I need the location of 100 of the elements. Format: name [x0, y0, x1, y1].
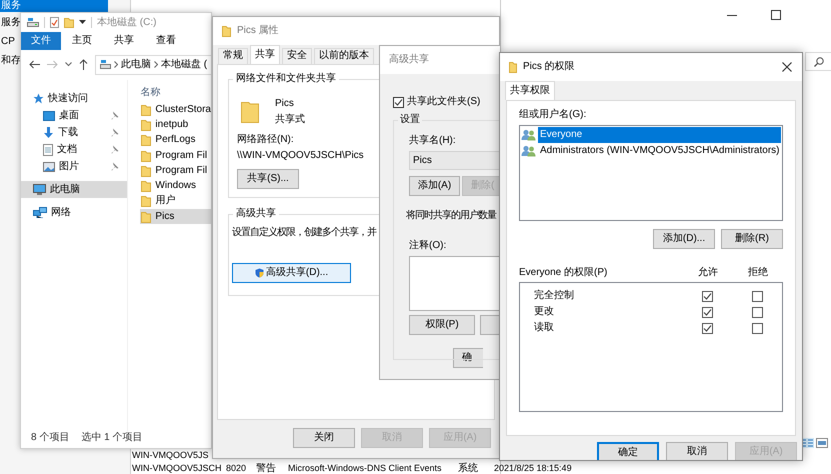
nav-item[interactable]: 文档	[21, 141, 128, 158]
user-list-item[interactable]: Administrators (WIN-VMQOOV5JSCH\Administrators)	[538, 143, 781, 159]
window-title: Pics 属性	[237, 25, 279, 37]
window-title: Pics 的权限	[523, 61, 575, 73]
dialog-button[interactable]: 添加(A)	[409, 176, 460, 196]
column-header: 拒绝	[748, 267, 768, 278]
folder-icon	[509, 61, 517, 73]
file-item[interactable]: inetpub	[140, 117, 211, 133]
folder-icon	[64, 17, 74, 28]
comment-field[interactable]	[409, 256, 500, 311]
table-cell-text: 系统	[458, 462, 479, 474]
folder-icon	[141, 210, 152, 223]
details-view-icon[interactable]	[802, 438, 814, 448]
checkbox[interactable]	[702, 290, 712, 302]
back-arrow-icon[interactable]	[29, 60, 40, 69]
checkbox[interactable]	[752, 306, 762, 318]
chevron-icon	[114, 61, 118, 68]
user-list-item[interactable]: Everyone	[538, 127, 781, 143]
address-bar[interactable]: 此电脑 本地磁盘 (	[95, 54, 211, 74]
file-item[interactable]: Program Fil	[140, 163, 211, 178]
table-cell-text: 8020	[226, 462, 248, 474]
breadcrumb[interactable]: 此电脑	[121, 58, 151, 70]
ribbon-tab[interactable]: 主页	[61, 32, 103, 50]
limit-text: 将同时共享的用户数量	[406, 210, 496, 222]
sidebar-item[interactable]: CP	[0, 33, 20, 50]
file-item[interactable]: Program Fil	[140, 148, 211, 164]
drive-icon	[27, 18, 39, 27]
breadcrumb[interactable]: 本地磁盘 (	[161, 58, 208, 70]
checkbox[interactable]	[752, 290, 762, 302]
column-header[interactable]: 名称	[140, 84, 211, 102]
file-item[interactable]: 用户	[140, 194, 211, 210]
maximize-icon[interactable]	[771, 10, 781, 20]
sidebar-item[interactable]: 和存	[0, 52, 20, 69]
description-text: 设置自定义权限，创建多个共享，并	[232, 227, 376, 239]
folder-icon	[222, 25, 231, 37]
file-item[interactable]: ClusterStora	[140, 102, 211, 118]
up-arrow-icon[interactable]	[79, 59, 88, 70]
ribbon-tab[interactable]: 查看	[145, 32, 187, 50]
star-icon	[33, 93, 44, 104]
folder-icon	[141, 164, 152, 177]
table-cell-text: Microsoft-Windows-DNS Client Events	[288, 462, 443, 474]
nav-item[interactable]: 快速访问	[21, 90, 128, 107]
nav-item[interactable]: 图片	[21, 158, 128, 175]
dialog-button[interactable]: 取消	[666, 442, 728, 460]
close-icon[interactable]	[782, 62, 792, 72]
caret-icon[interactable]	[79, 20, 86, 25]
checkbox[interactable]	[702, 322, 712, 334]
folder-name: Pics	[275, 98, 295, 110]
file-item[interactable]: PerfLogs	[140, 132, 211, 148]
checkbox[interactable]	[702, 306, 712, 318]
advanced-sharing-button[interactable]: 高级共享(D)...	[232, 263, 351, 283]
checkbox[interactable]	[393, 96, 404, 108]
shield-icon	[254, 268, 264, 278]
folder-icon	[141, 150, 152, 162]
nav-item[interactable]: 下载	[21, 124, 128, 141]
file-name: PerfLogs	[155, 134, 196, 146]
folder-icon	[141, 180, 152, 192]
field-label: 共享名(H):	[409, 135, 456, 147]
folder-icon	[241, 101, 259, 123]
document-icon	[43, 144, 53, 156]
properties-icon[interactable]	[50, 17, 59, 28]
table-cell-text: 警告	[256, 462, 277, 474]
tab[interactable]: 安全	[282, 48, 312, 64]
checkbox[interactable]	[752, 322, 762, 334]
group-title: 网络文件和文件夹共享	[233, 73, 339, 85]
table-cell-text: WIN-VMQOOV5JSCH	[132, 462, 223, 474]
file-item[interactable]: Windows	[140, 178, 211, 194]
sidebar-item[interactable]: 服务	[0, 14, 20, 31]
nav-item[interactable]: 桌面	[21, 107, 128, 124]
search-icon[interactable]	[814, 56, 824, 66]
nav-label: 快速访问	[48, 92, 88, 104]
dialog-button[interactable]: 添加(D)...	[653, 229, 715, 249]
partial-button[interactable]	[480, 315, 500, 335]
nav-item[interactable]: 网络	[21, 204, 128, 221]
share-name-field[interactable]: Pics	[409, 151, 500, 170]
tab[interactable]: 常规	[218, 48, 248, 64]
network-path: \\WIN-VMQOOV5JSCH\Pics	[237, 150, 364, 162]
share-button[interactable]: 共享(S)...	[237, 169, 299, 189]
caret-icon[interactable]	[65, 62, 72, 67]
nav-item[interactable]: 此电脑	[21, 181, 128, 198]
dialog-button[interactable]: 关闭	[293, 428, 355, 448]
permissions-button[interactable]: 权限(P)	[409, 315, 475, 335]
file-name: Pics	[155, 210, 174, 223]
tab[interactable]: 共享权限	[505, 81, 555, 100]
dialog-button[interactable]: 删除(R)	[721, 229, 783, 249]
dialog-button[interactable]: 确定	[597, 442, 659, 460]
folder-icon	[141, 118, 152, 131]
field-label: 网络路径(N):	[237, 134, 294, 146]
tab[interactable]: 以前的版本	[314, 48, 374, 64]
group-title: 高级共享	[233, 208, 279, 220]
tab[interactable]: 共享	[250, 45, 280, 64]
sidebar-item[interactable]: 服务	[0, 0, 108, 12]
large-icons-view-icon[interactable]	[816, 438, 828, 448]
nav-label: 图片	[59, 160, 79, 172]
ribbon-tab[interactable]: 共享	[103, 32, 145, 50]
folder-icon	[141, 195, 152, 208]
file-item[interactable]: Pics	[140, 209, 211, 224]
ribbon-tab[interactable]: 文件	[21, 32, 61, 50]
field-label: 注释(O):	[409, 240, 446, 252]
drive-icon	[100, 60, 111, 69]
